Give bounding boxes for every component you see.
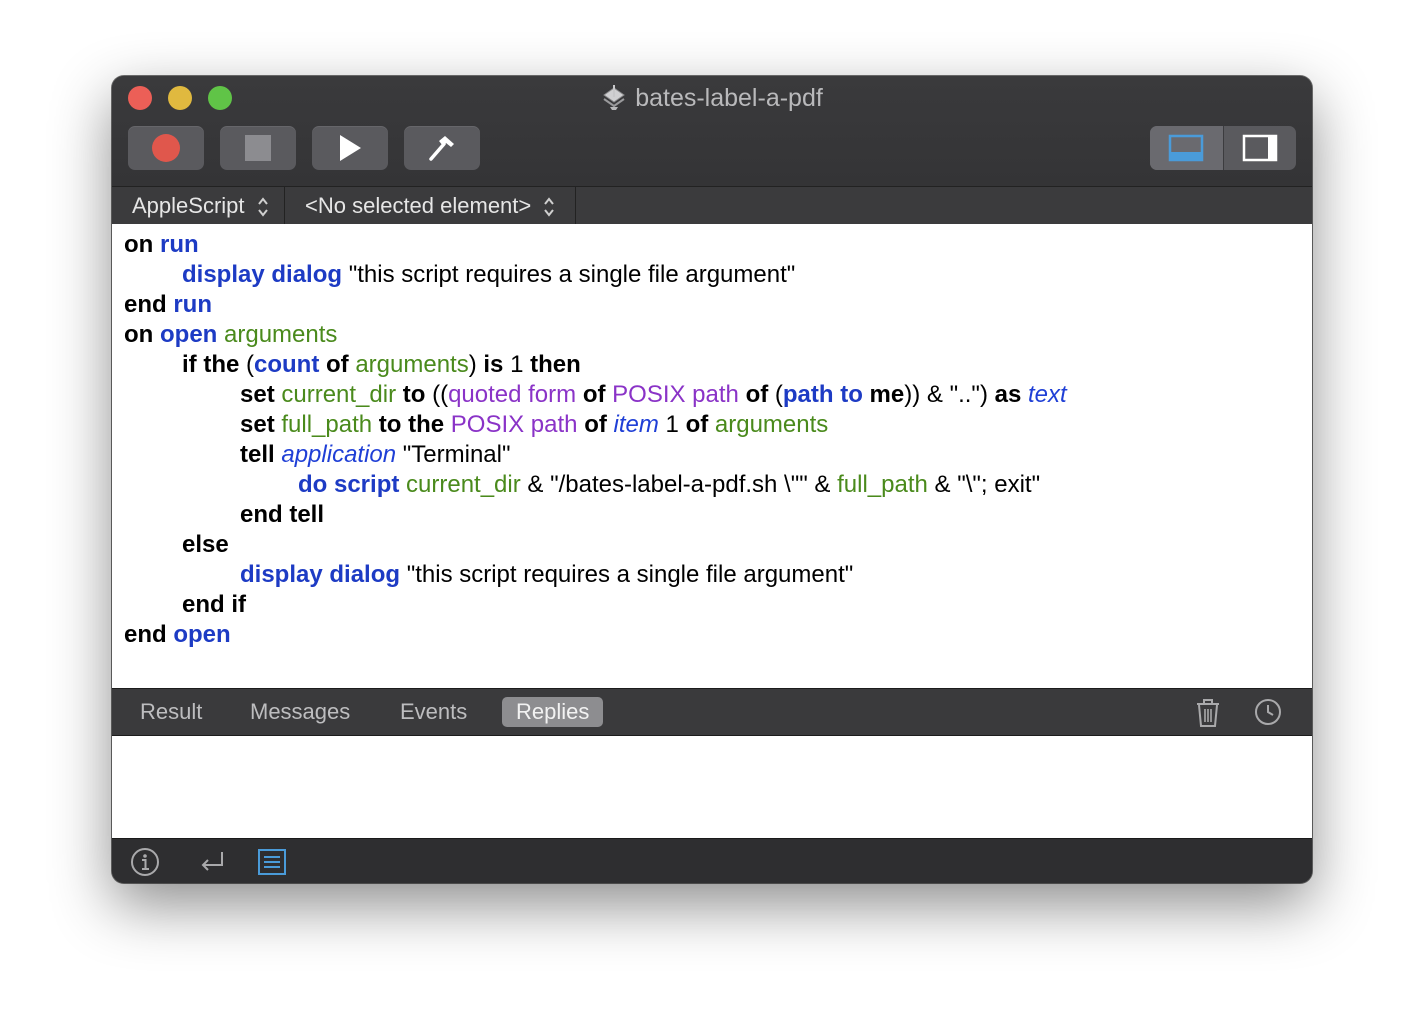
play-icon <box>340 135 361 161</box>
code-line: do script current_dir & "/bates-label-a-… <box>298 471 1041 498</box>
run-button[interactable] <box>312 126 388 170</box>
code-line: set full_path to the POSIX path of item … <box>240 411 829 438</box>
code-line: else <box>182 531 229 558</box>
return-icon[interactable] <box>198 847 228 877</box>
hammer-icon <box>429 136 454 161</box>
trash-icon[interactable] <box>1194 698 1222 728</box>
side-panel-icon <box>1242 134 1277 162</box>
code-line: end tell <box>240 501 325 528</box>
element-label: <No selected element> <box>305 193 532 218</box>
log-output-area[interactable] <box>112 736 1312 838</box>
navigation-bar: AppleScript <No selected element> <box>112 186 1312 226</box>
language-popup[interactable]: AppleScript <box>112 187 285 225</box>
tab-messages[interactable]: Messages <box>236 697 364 727</box>
window-title-text: bates-label-a-pdf <box>635 84 823 112</box>
record-button[interactable] <box>128 126 204 170</box>
compile-button[interactable] <box>404 126 480 170</box>
code-content: on run display dialog "this script requi… <box>124 230 1067 650</box>
log-tab-bar: Result Messages Events Replies <box>112 688 1312 736</box>
tab-result[interactable]: Result <box>126 697 216 727</box>
script-editor[interactable]: on run display dialog "this script requi… <box>112 224 1312 688</box>
clock-icon[interactable] <box>1254 698 1282 726</box>
code-line: end open <box>124 621 231 648</box>
info-icon[interactable] <box>130 847 160 877</box>
script-editor-window: bates-label-a-pdf AppleScript <No select… <box>112 76 1312 883</box>
title-bar: bates-label-a-pdf <box>112 76 1312 186</box>
chevron-up-down-icon <box>544 197 555 217</box>
stop-icon <box>245 135 271 161</box>
bottom-panel-toggle[interactable] <box>1150 126 1223 170</box>
code-line: on run <box>124 231 199 258</box>
code-line: end run <box>124 291 213 318</box>
code-line: tell application "Terminal" <box>240 441 511 468</box>
record-icon <box>152 134 180 162</box>
list-icon[interactable] <box>257 847 287 877</box>
view-toggle <box>1150 126 1296 170</box>
stop-button[interactable] <box>220 126 296 170</box>
code-line: end if <box>182 591 246 618</box>
side-panel-toggle[interactable] <box>1222 126 1297 170</box>
tab-replies[interactable]: Replies <box>502 697 604 727</box>
script-editor-icon <box>601 83 627 119</box>
chevron-up-down-icon <box>257 197 268 217</box>
tab-events[interactable]: Events <box>386 697 481 727</box>
element-popup[interactable]: <No selected element> <box>285 187 576 225</box>
code-line: on open arguments <box>124 321 338 348</box>
code-line: set current_dir to ((quoted form of POSI… <box>240 381 1067 408</box>
language-label: AppleScript <box>132 193 245 218</box>
code-line: if the (count of arguments) is 1 then <box>182 351 581 378</box>
window-title: bates-label-a-pdf <box>112 82 1312 119</box>
code-line: display dialog "this script requires a s… <box>240 561 854 588</box>
code-line: display dialog "this script requires a s… <box>182 261 796 288</box>
bottom-bar <box>112 838 1312 883</box>
bottom-panel-icon <box>1169 134 1204 162</box>
